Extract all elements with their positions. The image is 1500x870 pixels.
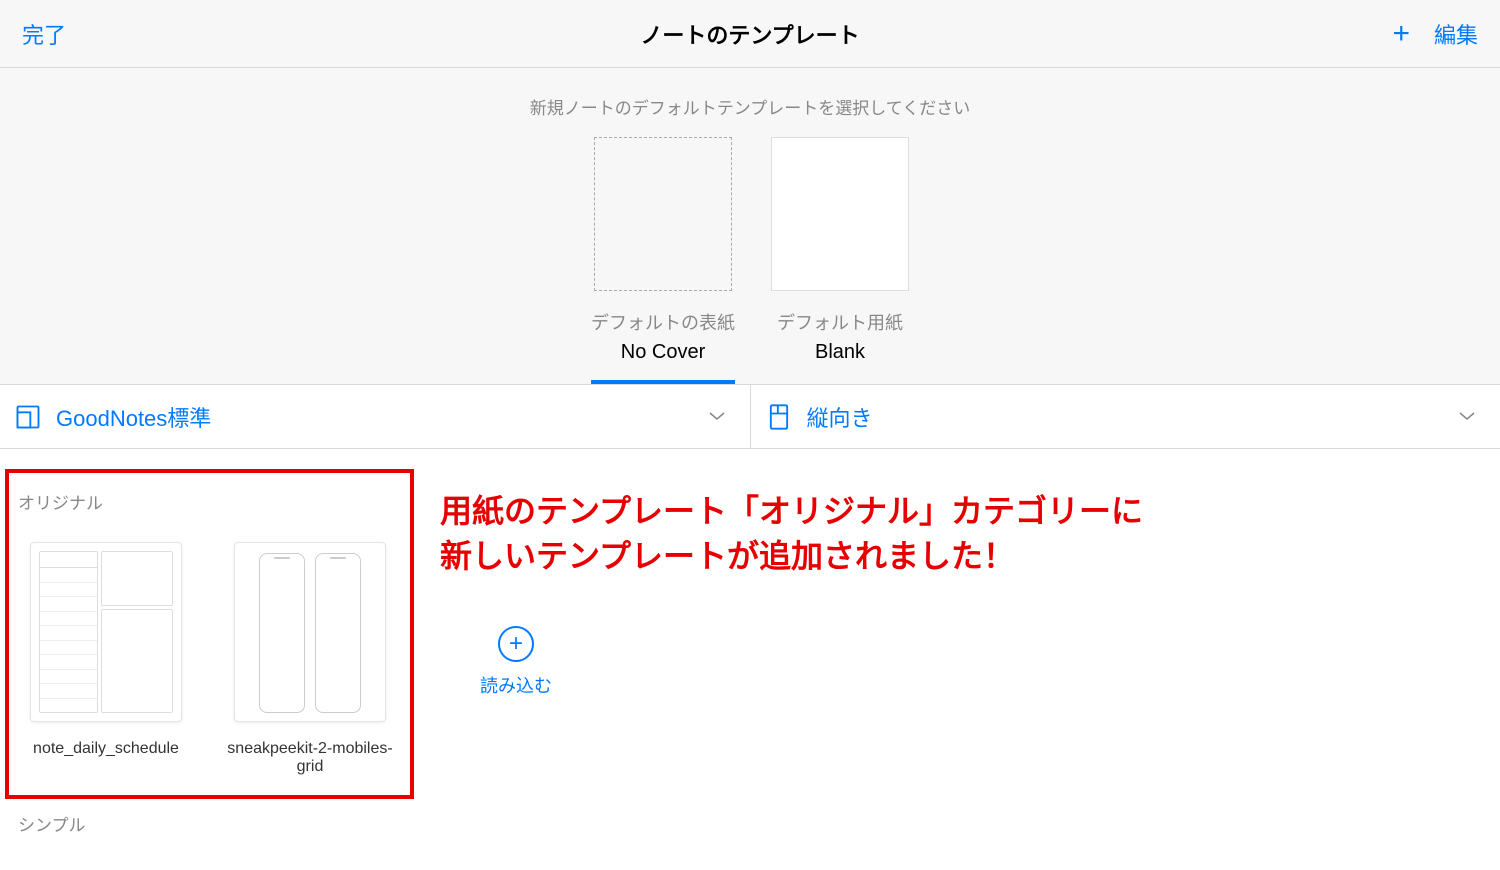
paper-size-selector[interactable]: GoodNotes標準 — [0, 385, 751, 448]
orientation-label: 縦向き — [807, 401, 1459, 433]
default-paper-item[interactable]: デフォルト用紙 Blank — [771, 137, 909, 384]
no-cover-thumbnail — [594, 137, 732, 291]
default-cover-value: No Cover — [621, 341, 705, 364]
template-name: note_daily_schedule — [33, 740, 179, 758]
paper-size-label: GoodNotes標準 — [56, 401, 708, 433]
default-paper-value: Blank — [815, 341, 865, 364]
template-thumbnail-daily — [30, 542, 182, 722]
done-button[interactable]: 完了 — [22, 18, 66, 50]
template-item[interactable]: sneakpeekit-2-mobiles-grid — [220, 542, 400, 776]
import-template-item[interactable]: + 読み込む — [480, 626, 552, 698]
chevron-down-icon — [1458, 408, 1476, 426]
orientation-selector[interactable]: 縦向き — [751, 385, 1500, 448]
blank-paper-thumbnail — [771, 137, 909, 291]
import-plus-icon[interactable]: + — [498, 626, 534, 662]
content-area: オリジナル note_daily_s — [0, 449, 1500, 776]
template-thumbnail-mobiles — [234, 542, 386, 722]
template-name: sneakpeekit-2-mobiles-grid — [220, 740, 400, 776]
orientation-icon — [765, 403, 793, 431]
chevron-down-icon — [708, 408, 726, 426]
edit-button[interactable]: 編集 — [1434, 18, 1478, 50]
paper-size-icon — [14, 403, 42, 431]
selector-row: GoodNotes標準 縦向き — [0, 385, 1500, 449]
import-label: 読み込む — [480, 672, 552, 698]
header: 完了 ノートのテンプレート + 編集 — [0, 0, 1500, 68]
default-template-section: 新規ノートのデフォルトテンプレートを選択してください デフォルトの表紙 No C… — [0, 68, 1500, 385]
default-instruction: 新規ノートのデフォルトテンプレートを選択してください — [0, 94, 1500, 119]
default-cover-item[interactable]: デフォルトの表紙 No Cover — [591, 137, 735, 384]
category-simple-label: シンプル — [18, 811, 86, 836]
page-title: ノートのテンプレート — [640, 18, 859, 50]
template-item[interactable]: note_daily_schedule — [16, 542, 196, 758]
default-cover-label: デフォルトの表紙 — [591, 309, 735, 335]
default-paper-label: デフォルト用紙 — [777, 309, 903, 335]
plus-icon[interactable]: + — [1392, 19, 1410, 49]
annotation-text: 用紙のテンプレート「オリジナル」カテゴリーに 新しいテンプレートが追加されました… — [440, 489, 1143, 579]
